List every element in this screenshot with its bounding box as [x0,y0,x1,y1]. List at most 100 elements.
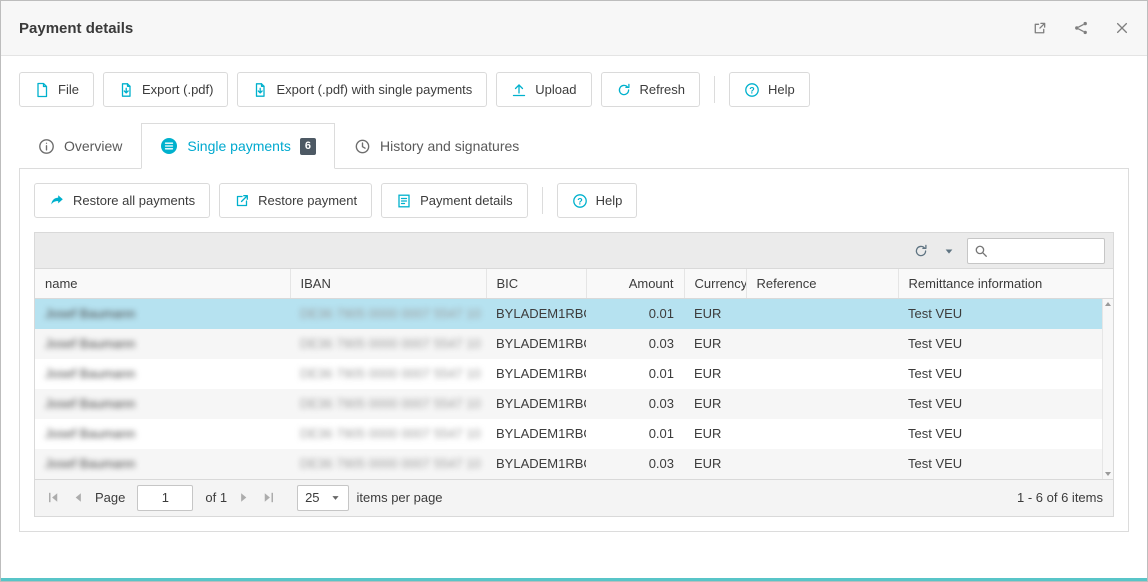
cell-reference [746,419,898,449]
grid-help-button[interactable]: ? Help [557,183,638,218]
single-payments-panel: Restore all payments Restore payment Pay… [19,168,1129,532]
table-row[interactable]: Josef Baumann DE36 7905 0000 0007 5547 1… [35,389,1102,419]
pager: Page of 1 25 items per page 1 - 6 of 6 i… [35,479,1113,516]
help-button[interactable]: ? Help [729,72,810,107]
cell-amount: 0.03 [586,329,684,359]
cell-reference [746,329,898,359]
cell-iban: DE36 7905 0000 0007 5547 10 [290,419,486,449]
arrow-left-icon [71,490,86,505]
page-title: Payment details [19,20,133,37]
cell-reference [746,389,898,419]
header-spacer [1102,269,1113,299]
page-size-value: 25 [305,490,319,505]
button-label: Help [768,82,795,97]
cell-remittance: Test VEU [898,359,1102,389]
restore-all-icon [49,193,65,209]
cell-currency: EUR [684,389,746,419]
refresh-button[interactable]: Refresh [601,72,701,107]
column-header-bic[interactable]: BIC [486,269,586,298]
help-icon: ? [572,193,588,209]
restore-payment-button[interactable]: Restore payment [219,183,372,218]
page-of-label: of 1 [205,490,227,505]
file-button[interactable]: File [19,72,94,107]
cell-remittance: Test VEU [898,389,1102,419]
tab-history-and-signatures[interactable]: History and signatures [335,123,538,169]
tab-overview[interactable]: Overview [19,123,141,169]
scrollbar-up-arrow-icon[interactable] [1105,302,1111,306]
vertical-scrollbar[interactable] [1102,299,1113,479]
column-header-currency[interactable]: Currency [684,269,746,298]
scrollbar-down-arrow-icon[interactable] [1105,472,1111,476]
column-header-reference[interactable]: Reference [746,269,898,298]
restore-all-payments-button[interactable]: Restore all payments [34,183,210,218]
caret-down-icon [943,245,955,257]
table-row[interactable]: Josef Baumann DE36 7905 0000 0007 5547 1… [35,329,1102,359]
column-header-iban[interactable]: IBAN [290,269,486,298]
cell-reference [746,449,898,479]
cell-reference [746,299,898,329]
export-pdf-button[interactable]: Export (.pdf) [103,72,229,107]
upload-button[interactable]: Upload [496,72,591,107]
table-row[interactable]: Josef Baumann DE36 7905 0000 0007 5547 1… [35,449,1102,479]
page-size-select[interactable]: 25 [297,485,348,511]
button-label: Restore payment [258,193,357,208]
search-input[interactable] [967,238,1105,264]
pager-summary: 1 - 6 of 6 items [1017,490,1103,505]
search-box [967,238,1105,264]
column-header-remittance[interactable]: Remittance information [898,269,1102,298]
grid-options-dropdown-button[interactable] [941,243,957,259]
cell-bic: BYLADEM1RBG [486,359,586,389]
arrow-right-icon [236,490,251,505]
last-page-button[interactable] [260,489,277,506]
tab-single-payments[interactable]: Single payments 6 [141,123,335,169]
svg-text:?: ? [577,196,583,206]
cell-iban: DE36 7905 0000 0007 5547 10 [290,449,486,479]
payment-details-button[interactable]: Payment details [381,183,528,218]
first-page-button[interactable] [45,489,62,506]
cell-iban: DE36 7905 0000 0007 5547 10 [290,389,486,419]
page-number-input[interactable] [137,485,193,511]
tab-label: History and signatures [380,138,519,154]
column-header-name[interactable]: name [35,269,290,298]
tab-label: Single payments [187,138,291,154]
seek-last-icon [261,490,276,505]
file-icon [34,82,50,98]
cell-amount: 0.01 [586,299,684,329]
column-header-amount[interactable]: Amount [586,269,684,298]
payment-details-icon [396,193,412,209]
table-row[interactable]: Josef Baumann DE36 7905 0000 0007 5547 1… [35,419,1102,449]
cell-amount: 0.01 [586,419,684,449]
button-label: Payment details [420,193,513,208]
cell-name: Josef Baumann [35,389,290,419]
previous-page-button[interactable] [70,489,87,506]
tabstrip: Overview Single payments 6 History and s… [19,123,1129,169]
cell-amount: 0.03 [586,449,684,479]
grid-refresh-button[interactable] [911,241,931,261]
cell-currency: EUR [684,299,746,329]
cell-name: Josef Baumann [35,359,290,389]
popout-button[interactable] [1032,21,1047,36]
button-label: File [58,82,79,97]
info-icon [38,138,55,155]
cell-currency: EUR [684,449,746,479]
bottom-accent-bar [1,578,1147,581]
cell-currency: EUR [684,359,746,389]
table-row[interactable]: Josef Baumann DE36 7905 0000 0007 5547 1… [35,299,1102,329]
button-label: Restore all payments [73,193,195,208]
cell-amount: 0.03 [586,389,684,419]
tab-count-badge: 6 [300,138,316,155]
share-button[interactable] [1073,20,1089,36]
refresh-icon [616,82,632,98]
cell-name: Josef Baumann [35,419,290,449]
next-page-button[interactable] [235,489,252,506]
svg-text:?: ? [749,85,755,95]
export-pdf-single-payments-button[interactable]: Export (.pdf) with single payments [237,72,487,107]
close-button[interactable] [1115,21,1129,35]
cell-iban: DE36 7905 0000 0007 5547 10 [290,329,486,359]
table-row[interactable]: Josef Baumann DE36 7905 0000 0007 5547 1… [35,359,1102,389]
cell-iban: DE36 7905 0000 0007 5547 10 [290,299,486,329]
cell-reference [746,359,898,389]
cell-bic: BYLADEM1RBG [486,449,586,479]
caret-down-icon [330,492,341,503]
help-icon: ? [744,82,760,98]
